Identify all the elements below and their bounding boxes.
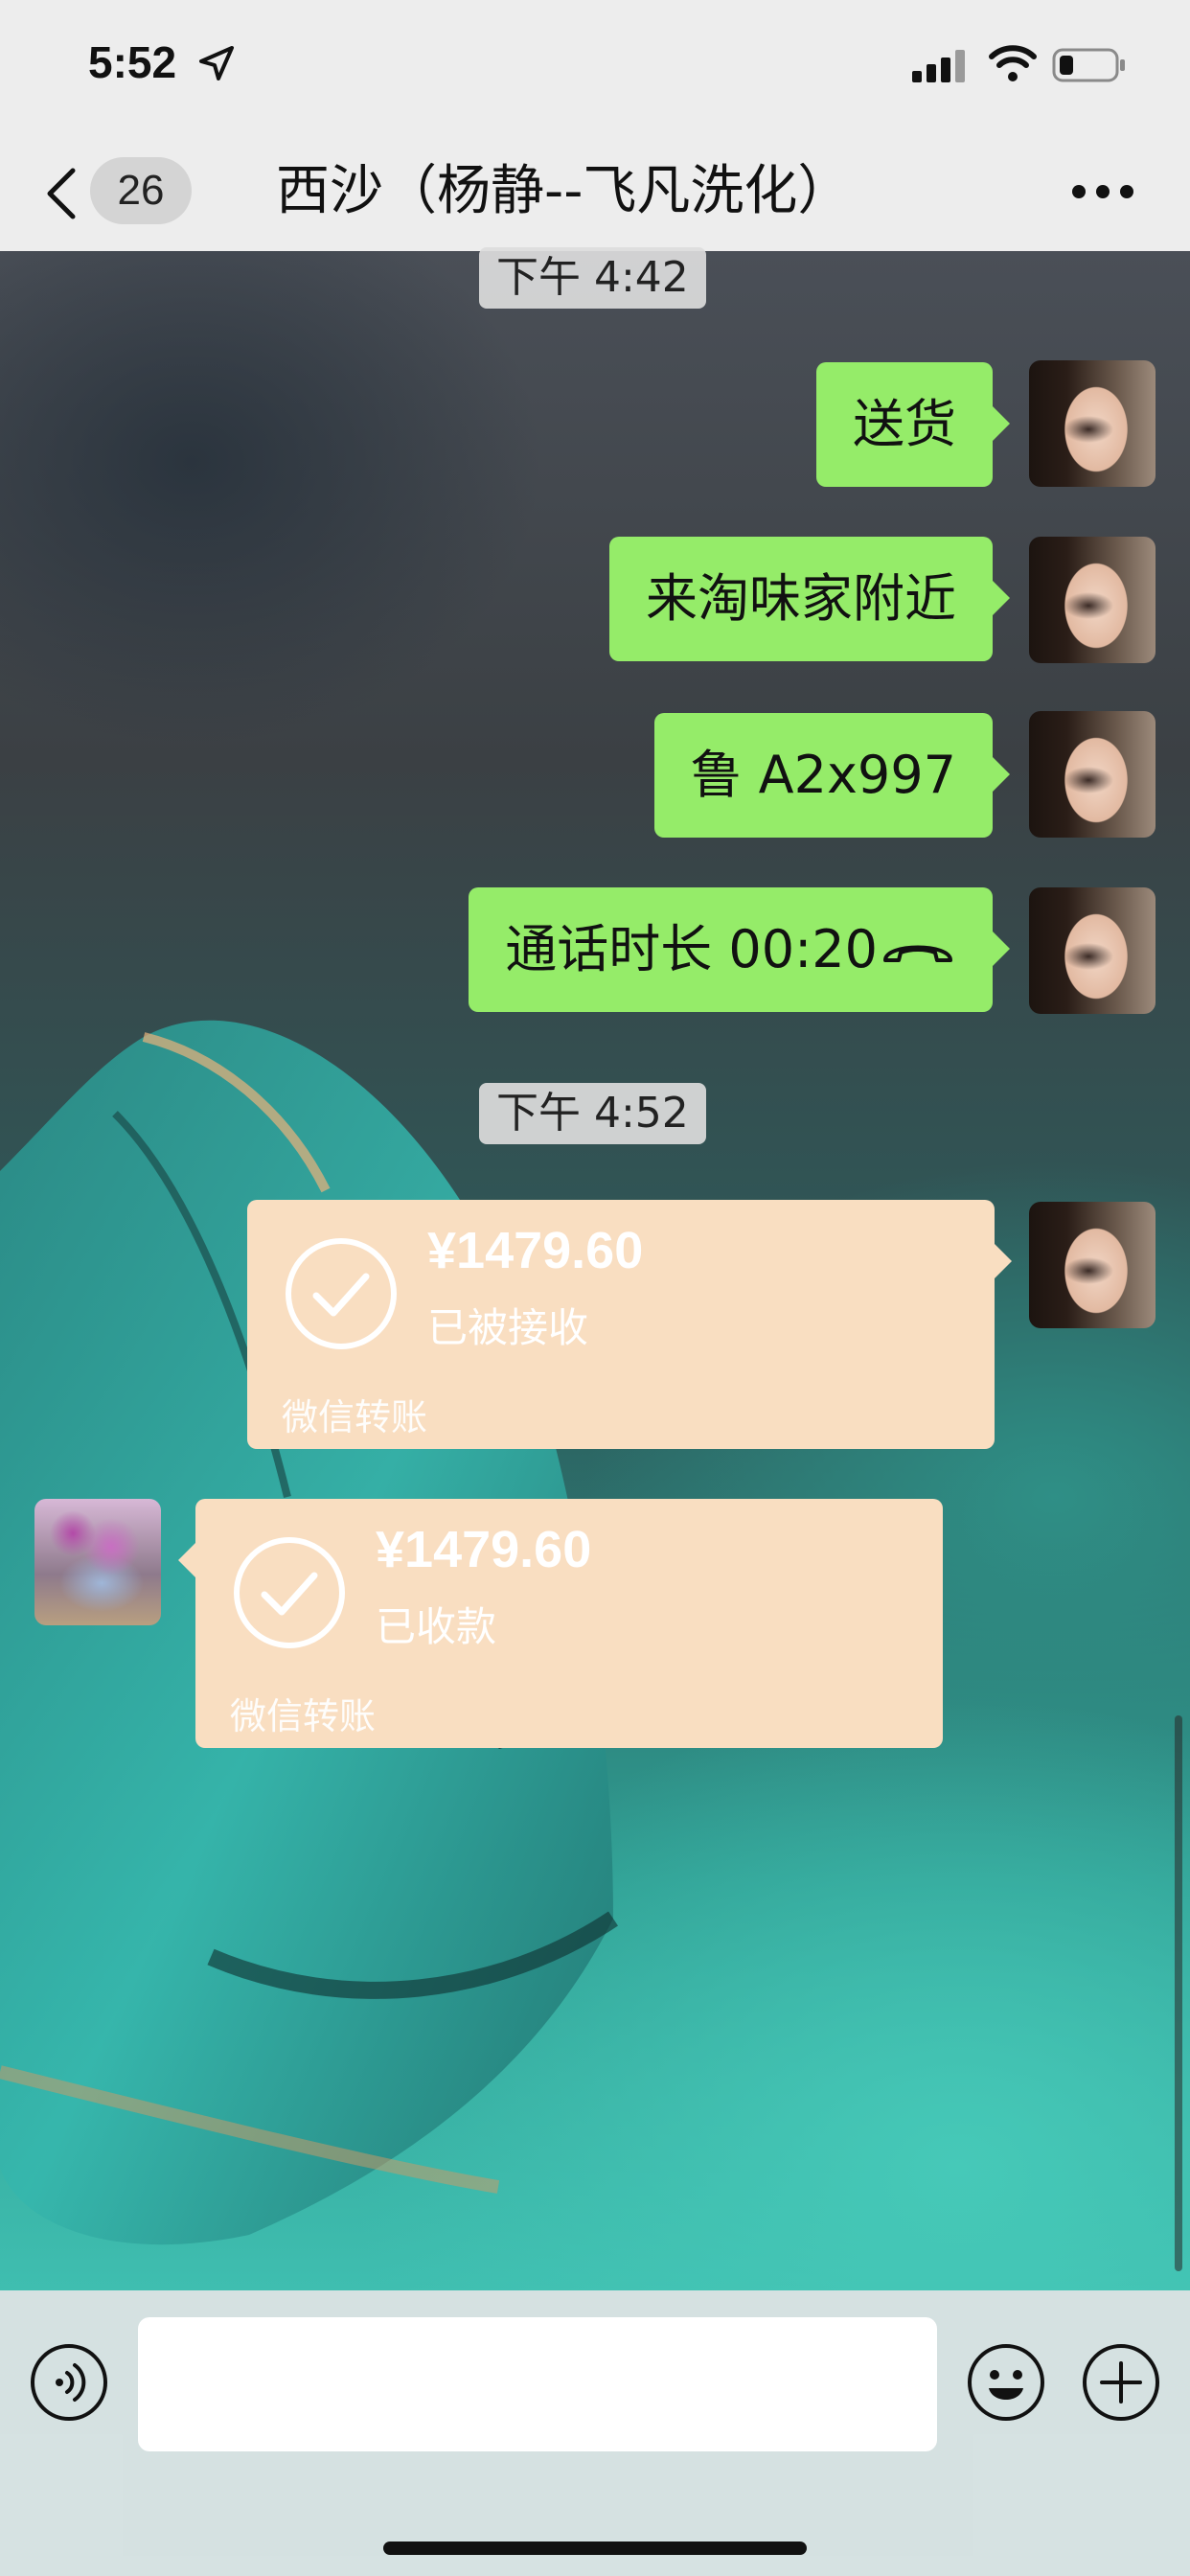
chat-header: 26 西沙（杨静--飞凡洗化） bbox=[0, 134, 1190, 251]
emoji-icon[interactable] bbox=[966, 2342, 1046, 2423]
call-duration-text: 通话时长 00:20 bbox=[505, 919, 878, 979]
message-input[interactable] bbox=[138, 2317, 937, 2451]
transfer-amount: ¥1479.60 bbox=[427, 1222, 644, 1279]
call-duration-bubble[interactable]: 通话时长 00:20 bbox=[469, 887, 1010, 1012]
message-bubble[interactable]: 来淘味家附近 bbox=[609, 537, 1010, 661]
battery-icon bbox=[1052, 48, 1125, 82]
transfer-status: 已收款 bbox=[376, 1603, 497, 1650]
transfer-card-sent[interactable]: ¥1479.60 已被接收 微信转账 bbox=[247, 1200, 1012, 1449]
transfer-amount: ¥1479.60 bbox=[376, 1521, 592, 1578]
message-bubble[interactable]: 送货 bbox=[816, 362, 1010, 487]
status-bar: 5:52 bbox=[0, 0, 1190, 134]
transfer-brand-label: 微信转账 bbox=[282, 1396, 428, 1438]
cellular-signal-icon bbox=[912, 50, 965, 82]
status-time: 5:52 bbox=[88, 37, 177, 87]
chevron-left-icon[interactable] bbox=[42, 167, 80, 220]
scroll-indicator[interactable] bbox=[1175, 1715, 1182, 2271]
transfer-card-received[interactable]: ¥1479.60 已收款 微信转账 bbox=[178, 1499, 943, 1748]
avatar[interactable] bbox=[1029, 537, 1156, 663]
input-bar bbox=[0, 2290, 1190, 2576]
avatar[interactable] bbox=[1029, 711, 1156, 838]
check-circle-icon bbox=[286, 1238, 397, 1349]
transfer-brand-label: 微信转账 bbox=[230, 1695, 377, 1737]
transfer-status: 已被接收 bbox=[427, 1304, 589, 1351]
message-bubble[interactable]: 鲁 A2x997 bbox=[653, 713, 1010, 838]
avatar[interactable] bbox=[34, 1499, 161, 1625]
voice-icon[interactable] bbox=[29, 2342, 109, 2423]
chat-title: 西沙（杨静--飞凡洗化） bbox=[276, 160, 852, 222]
home-indicator[interactable] bbox=[383, 2542, 807, 2555]
timestamp: 下午 4:42 bbox=[479, 247, 706, 309]
avatar[interactable] bbox=[1029, 887, 1156, 1014]
ellipsis-icon[interactable] bbox=[1071, 184, 1134, 199]
phone-hangup-icon bbox=[883, 945, 952, 962]
location-arrow-icon bbox=[199, 46, 234, 80]
wifi-icon bbox=[989, 45, 1037, 81]
timestamp: 下午 4:52 bbox=[479, 1083, 706, 1144]
avatar[interactable] bbox=[1029, 1202, 1156, 1328]
unread-count-badge[interactable]: 26 bbox=[90, 157, 192, 224]
check-circle-icon bbox=[234, 1537, 345, 1648]
plus-icon[interactable] bbox=[1081, 2342, 1161, 2423]
avatar[interactable] bbox=[1029, 360, 1156, 487]
